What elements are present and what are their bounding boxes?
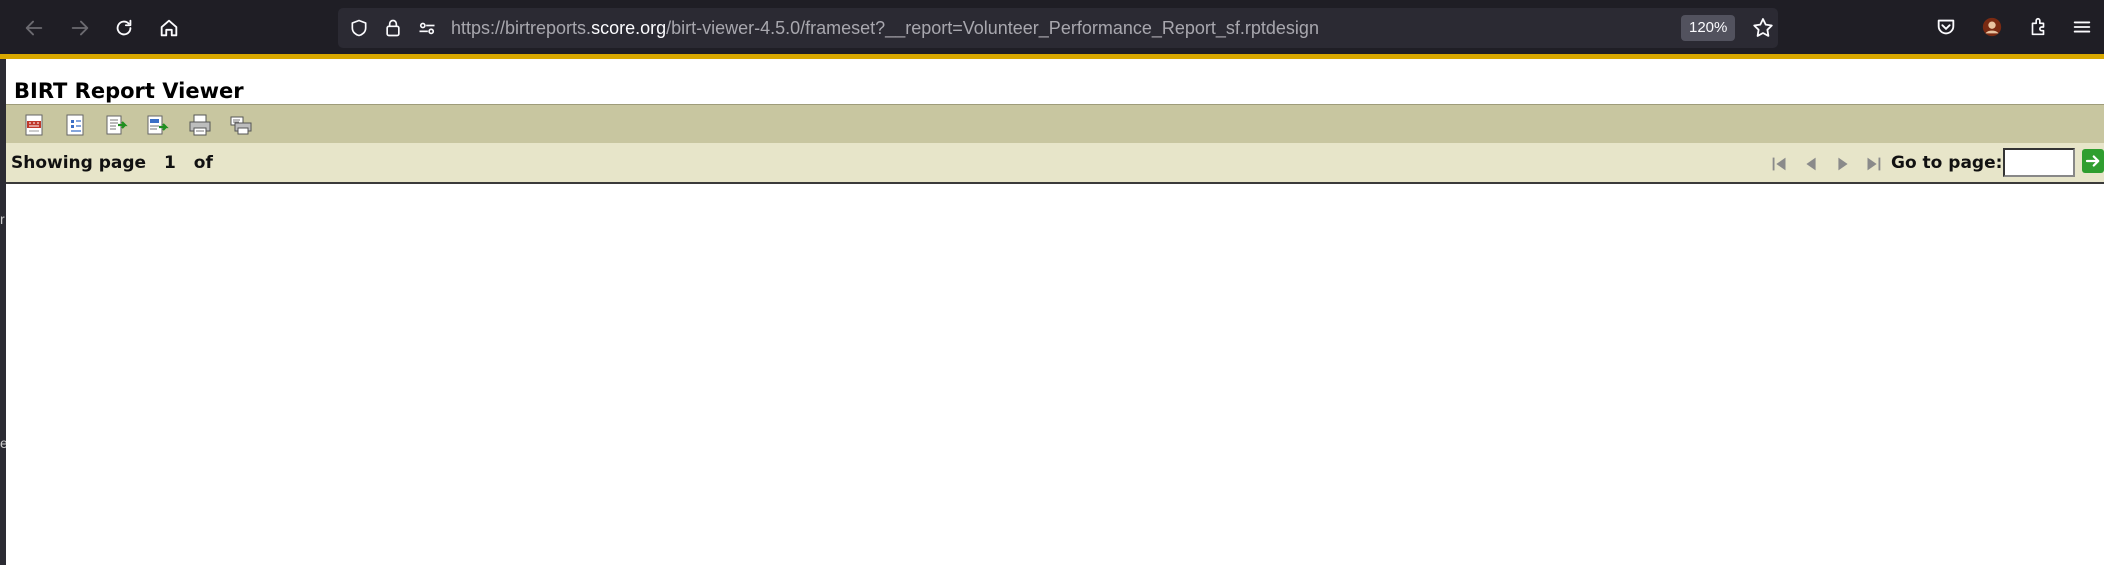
export-report-icon[interactable] [146, 113, 170, 137]
edge-mark: r [0, 211, 5, 227]
home-button[interactable] [151, 10, 187, 46]
browser-toolbar: https://birtreports.score.org/birt-viewe… [0, 0, 2104, 54]
reload-icon [116, 19, 132, 36]
home-icon [160, 19, 178, 37]
menu-icon[interactable] [2068, 13, 2096, 41]
url-path: /birt-viewer-4.5.0/frameset?__report=Vol… [666, 18, 1319, 38]
first-page-icon[interactable] [1769, 153, 1791, 175]
shield-icon[interactable] [348, 17, 370, 39]
lock-icon[interactable] [382, 17, 404, 39]
next-page-icon[interactable] [1832, 153, 1854, 175]
pocket-icon[interactable] [1932, 13, 1960, 41]
goto-page-label: Go to page: [1891, 153, 2003, 173]
birt-viewer: BIRT Report Viewer Showing page 1 of Go … [6, 59, 2104, 565]
report-content-area [6, 184, 2104, 565]
page-navigation-bar: Showing page 1 of Go to page: [6, 143, 2104, 184]
last-page-icon[interactable] [1862, 153, 1884, 175]
url-domain: score.org [591, 18, 667, 38]
address-bar[interactable]: https://birtreports.score.org/birt-viewe… [338, 8, 1778, 48]
back-button[interactable] [16, 10, 52, 46]
of-label: of [193, 153, 213, 173]
parameters-icon[interactable] [64, 113, 88, 137]
viewer-toolbar [6, 104, 2104, 143]
goto-page-input[interactable] [2003, 148, 2075, 177]
zoom-level-badge[interactable]: 120% [1681, 15, 1736, 41]
export-data-icon[interactable] [105, 113, 129, 137]
permissions-icon[interactable] [416, 17, 438, 39]
url-text[interactable]: https://birtreports.score.org/birt-viewe… [451, 18, 1319, 39]
previous-page-icon[interactable] [1800, 153, 1822, 175]
account-avatar-icon[interactable] [1978, 13, 2006, 41]
page-status: Showing page 1 of [11, 153, 225, 173]
current-page-number: 1 [164, 153, 176, 173]
bookmark-star-icon[interactable] [1751, 16, 1775, 40]
showing-page-label: Showing page [11, 153, 147, 173]
url-prefix: https://birtreports. [451, 18, 592, 38]
reload-button[interactable] [106, 10, 142, 46]
forward-arrow-icon [71, 20, 89, 36]
print-icon[interactable] [188, 113, 212, 137]
go-button[interactable] [2082, 149, 2104, 173]
print-server-icon[interactable] [229, 113, 253, 137]
page-title: BIRT Report Viewer [14, 79, 244, 103]
forward-button[interactable] [62, 10, 98, 46]
back-arrow-icon [25, 20, 43, 36]
extensions-icon[interactable] [2024, 13, 2052, 41]
go-icon [2085, 155, 2100, 167]
toc-icon[interactable] [23, 113, 47, 137]
